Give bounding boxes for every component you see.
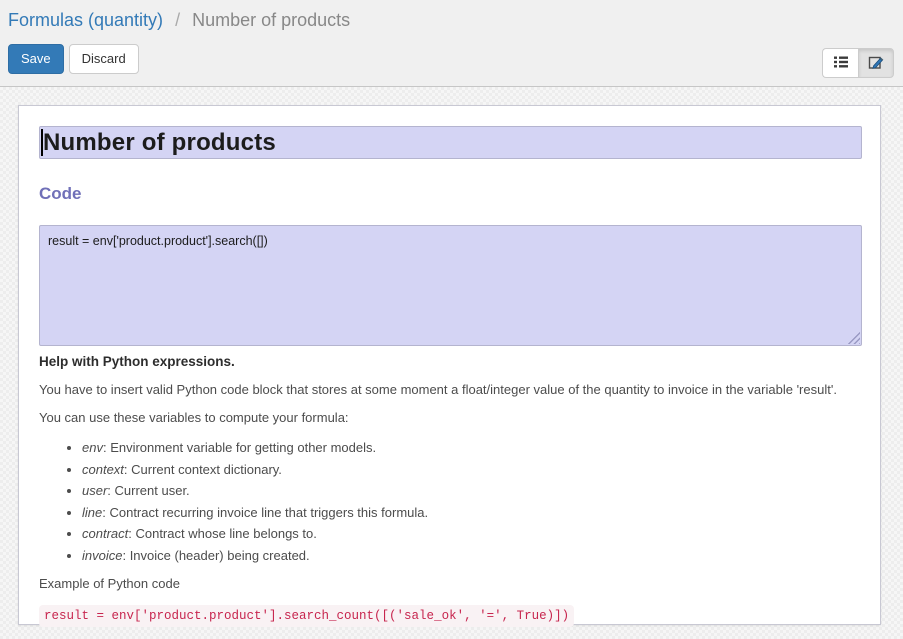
list-item: context: Current context dictionary. bbox=[82, 462, 860, 478]
code-section-label: Code bbox=[39, 184, 860, 204]
toolbar: Save Discard bbox=[8, 44, 895, 74]
list-view-button[interactable] bbox=[822, 48, 858, 78]
breadcrumb-current: Number of products bbox=[192, 10, 350, 30]
breadcrumb-parent-link[interactable]: Formulas (quantity) bbox=[8, 10, 163, 30]
variable-name: env bbox=[82, 440, 103, 455]
variable-name: invoice bbox=[82, 548, 122, 563]
textarea-resize-handle[interactable] bbox=[848, 332, 860, 344]
help-block: Help with Python expressions. You have t… bbox=[39, 354, 860, 627]
form-sheet: Number of products Code result = env['pr… bbox=[18, 105, 881, 625]
page: Formulas (quantity) / Number of products… bbox=[0, 0, 903, 639]
name-input[interactable]: Number of products bbox=[39, 126, 862, 159]
variable-desc: : Environment variable for getting other… bbox=[103, 440, 376, 455]
view-switcher bbox=[822, 48, 894, 78]
view-body: Number of products Code result = env['pr… bbox=[0, 87, 903, 639]
list-item: env: Environment variable for getting ot… bbox=[82, 440, 860, 456]
save-button[interactable]: Save bbox=[8, 44, 64, 74]
code-value: result = env['product.product'].search([… bbox=[48, 234, 268, 248]
variable-name: line bbox=[82, 505, 102, 520]
help-intro: You have to insert valid Python code blo… bbox=[39, 382, 860, 398]
breadcrumb-separator: / bbox=[175, 10, 180, 30]
list-item: contract: Contract whose line belongs to… bbox=[82, 526, 860, 542]
list-item: line: Contract recurring invoice line th… bbox=[82, 505, 860, 521]
help-heading: Help with Python expressions. bbox=[39, 354, 860, 370]
variable-desc: : Contract whose line belongs to. bbox=[128, 526, 317, 541]
form-edit-icon bbox=[868, 54, 884, 73]
example-label: Example of Python code bbox=[39, 576, 860, 592]
list-item: invoice: Invoice (header) being created. bbox=[82, 548, 860, 564]
control-panel: Formulas (quantity) / Number of products… bbox=[0, 0, 903, 87]
variable-name: context bbox=[82, 462, 124, 477]
variable-desc: : Contract recurring invoice line that t… bbox=[102, 505, 428, 520]
variable-name: contract bbox=[82, 526, 128, 541]
form-view-button[interactable] bbox=[858, 48, 894, 78]
variable-desc: : Invoice (header) being created. bbox=[122, 548, 309, 563]
discard-button[interactable]: Discard bbox=[69, 44, 139, 74]
breadcrumb: Formulas (quantity) / Number of products bbox=[8, 8, 895, 32]
code-textarea[interactable]: result = env['product.product'].search([… bbox=[39, 225, 862, 346]
name-value: Number of products bbox=[43, 129, 276, 157]
variables-list: env: Environment variable for getting ot… bbox=[39, 440, 860, 564]
variable-desc: : Current context dictionary. bbox=[124, 462, 282, 477]
example-code: result = env['product.product'].search_c… bbox=[39, 605, 574, 627]
variable-desc: : Current user. bbox=[107, 483, 189, 498]
list-item: user: Current user. bbox=[82, 483, 860, 499]
help-variables-intro: You can use these variables to compute y… bbox=[39, 410, 860, 426]
variable-name: user bbox=[82, 483, 107, 498]
list-view-icon bbox=[833, 55, 849, 72]
